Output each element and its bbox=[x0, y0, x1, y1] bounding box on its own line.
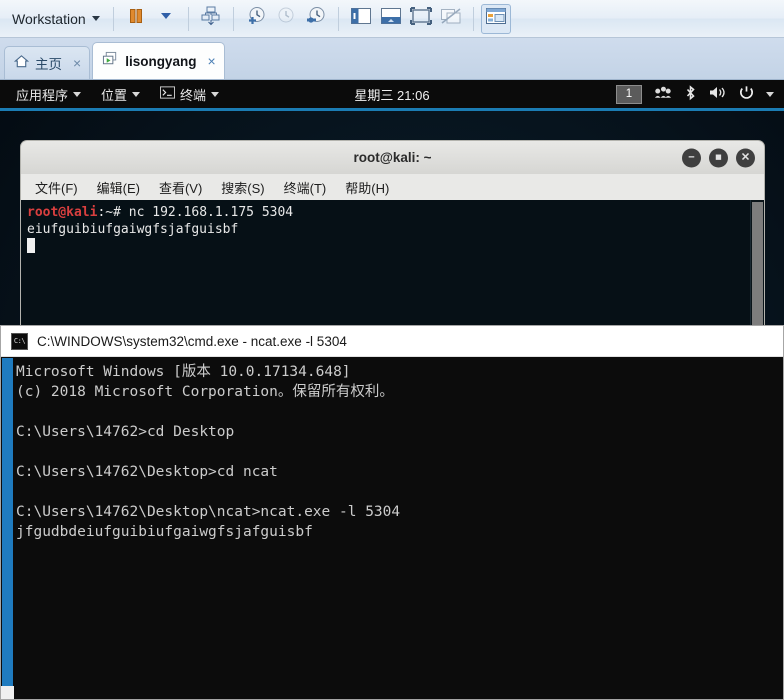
terminal-cursor bbox=[27, 238, 35, 253]
toolbar-divider-1 bbox=[112, 6, 114, 31]
show-console-view-button[interactable] bbox=[376, 4, 406, 34]
tab-lisongyang[interactable]: lisongyang × bbox=[92, 42, 225, 79]
toolbar-divider-2 bbox=[187, 6, 189, 31]
terminal-received-text: eiufguibiufgaiwgfsjafguisbf bbox=[27, 222, 239, 237]
volume-icon[interactable] bbox=[709, 85, 727, 103]
workspace-switcher[interactable]: 1 bbox=[616, 84, 642, 104]
take-snapshot-icon bbox=[245, 5, 267, 32]
unity-mode-icon bbox=[440, 7, 462, 30]
close-icon[interactable]: × bbox=[73, 55, 81, 71]
vmware-toolbar: Workstation bbox=[0, 0, 784, 38]
cmd-scrollbar-down-arrow[interactable] bbox=[1, 686, 14, 699]
tab-lisongyang-label: lisongyang bbox=[125, 53, 197, 69]
show-sidebar-button[interactable] bbox=[346, 4, 376, 34]
terminal-prompt-path: :~# bbox=[97, 205, 129, 220]
panel-accent-line bbox=[0, 108, 784, 111]
toolbar-divider-3 bbox=[232, 6, 234, 31]
terminal-title-label: root@kali: ~ bbox=[353, 150, 432, 165]
terminal-icon bbox=[160, 86, 176, 102]
toolbar-divider-4 bbox=[337, 6, 339, 31]
menu-view[interactable]: 查看(V) bbox=[153, 176, 208, 199]
revert-snapshot-button[interactable] bbox=[271, 4, 301, 34]
panel-terminal-launcher[interactable]: 终端 bbox=[150, 80, 229, 108]
chevron-down-icon bbox=[211, 91, 220, 97]
chevron-down-icon bbox=[132, 91, 141, 97]
close-icon[interactable]: ✕ bbox=[736, 148, 755, 167]
menu-file[interactable]: 文件(F) bbox=[29, 176, 84, 199]
cmd-title-bar[interactable]: C:\ C:\WINDOWS\system32\cmd.exe - ncat.e… bbox=[1, 326, 783, 357]
show-thumbnail-bar-icon bbox=[485, 7, 507, 30]
terminal-prompt-user: root@kali bbox=[27, 205, 98, 220]
cmd-console-output: Microsoft Windows [版本 10.0.17134.648] (c… bbox=[14, 358, 783, 699]
tab-home-label: 主页 bbox=[35, 57, 62, 72]
menu-search[interactable]: 搜索(S) bbox=[215, 176, 270, 199]
panel-places-label: 位置 bbox=[101, 87, 128, 103]
menu-help[interactable]: 帮助(H) bbox=[339, 176, 395, 199]
cmd-scrollbar[interactable] bbox=[1, 358, 14, 699]
tab-home[interactable]: 主页 × bbox=[4, 46, 91, 79]
terminal-window-controls: − ■ ✕ bbox=[682, 148, 755, 167]
vm-powered-on-icon bbox=[102, 51, 119, 71]
chevron-down-icon bbox=[73, 91, 82, 97]
cmd-line: C:\Users\14762>cd Desktop bbox=[16, 424, 235, 440]
revert-snapshot-icon bbox=[275, 5, 297, 32]
take-snapshot-button[interactable] bbox=[241, 4, 271, 34]
panel-tray: 1 bbox=[616, 84, 778, 104]
panel-applications-menu[interactable]: 应用程序 bbox=[6, 80, 91, 108]
cmd-body[interactable]: Microsoft Windows [版本 10.0.17134.648] (c… bbox=[1, 358, 783, 699]
screen: Workstation 主页 × lisongyang × 应用程序 位置 终端… bbox=[0, 0, 784, 700]
chevron-down-icon bbox=[91, 16, 100, 21]
full-screen-icon bbox=[409, 7, 432, 30]
panel-places-menu[interactable]: 位置 bbox=[91, 80, 150, 108]
show-console-view-icon bbox=[380, 7, 402, 30]
minimize-icon[interactable]: − bbox=[682, 148, 701, 167]
send-ctrl-alt-del-button[interactable] bbox=[196, 4, 226, 34]
show-sidebar-icon bbox=[350, 7, 372, 30]
cmd-line: Microsoft Windows [版本 10.0.17134.648] bbox=[16, 364, 351, 380]
cmd-window: C:\ C:\WINDOWS\system32\cmd.exe - ncat.e… bbox=[0, 325, 784, 700]
unity-mode-button[interactable] bbox=[436, 4, 466, 34]
close-icon[interactable]: × bbox=[207, 53, 215, 69]
panel-clock[interactable]: 星期三 21:06 bbox=[354, 85, 429, 104]
manage-snapshots-icon bbox=[305, 5, 327, 32]
workstation-menu-label: Workstation bbox=[12, 10, 86, 27]
power-dropdown-button[interactable] bbox=[151, 4, 181, 34]
home-icon bbox=[13, 54, 30, 72]
pause-icon bbox=[127, 7, 145, 30]
cmd-line: C:\Users\14762\Desktop\ncat>ncat.exe -l … bbox=[16, 504, 401, 520]
vmware-tab-bar: 主页 × lisongyang × bbox=[0, 38, 784, 80]
send-ctrl-alt-del-icon bbox=[200, 5, 222, 32]
manage-snapshots-button[interactable] bbox=[301, 4, 331, 34]
toolbar-divider-5 bbox=[472, 6, 474, 31]
cmd-line: C:\Users\14762\Desktop>cd ncat bbox=[16, 464, 278, 480]
workstation-menu-button[interactable]: Workstation bbox=[6, 8, 106, 30]
gnome-top-panel: 应用程序 位置 终端 星期三 21:06 1 bbox=[0, 80, 784, 108]
chevron-down-icon[interactable] bbox=[766, 91, 774, 97]
power-dropdown-icon bbox=[158, 8, 174, 29]
full-screen-button[interactable] bbox=[406, 4, 436, 34]
bluetooth-icon[interactable] bbox=[683, 84, 698, 104]
terminal-scrollbar-thumb[interactable] bbox=[752, 202, 763, 330]
power-icon[interactable] bbox=[738, 84, 755, 104]
maximize-icon[interactable]: ■ bbox=[709, 148, 728, 167]
cmd-scrollbar-thumb[interactable] bbox=[2, 358, 13, 693]
show-thumbnail-bar-button[interactable] bbox=[480, 3, 511, 34]
cmd-line: (c) 2018 Microsoft Corporation。保留所有权利。 bbox=[16, 384, 394, 400]
pause-button[interactable] bbox=[121, 4, 151, 34]
cmd-line: jfgudbdeiufguibiufgaiwgfsjafguisbf bbox=[16, 524, 313, 540]
panel-terminal-label: 终端 bbox=[180, 87, 207, 103]
network-icon[interactable] bbox=[653, 85, 672, 103]
terminal-command: nc 192.168.1.175 5304 bbox=[128, 205, 294, 220]
terminal-menu-bar: 文件(F) 编辑(E) 查看(V) 搜索(S) 终端(T) 帮助(H) bbox=[20, 174, 765, 200]
menu-edit[interactable]: 编辑(E) bbox=[91, 176, 146, 199]
cmd-icon: C:\ bbox=[11, 332, 28, 350]
menu-terminal[interactable]: 终端(T) bbox=[278, 176, 333, 199]
panel-applications-label: 应用程序 bbox=[16, 87, 69, 103]
cmd-title-label: C:\WINDOWS\system32\cmd.exe - ncat.exe -… bbox=[37, 333, 347, 349]
terminal-title-bar[interactable]: root@kali: ~ − ■ ✕ bbox=[20, 140, 765, 174]
